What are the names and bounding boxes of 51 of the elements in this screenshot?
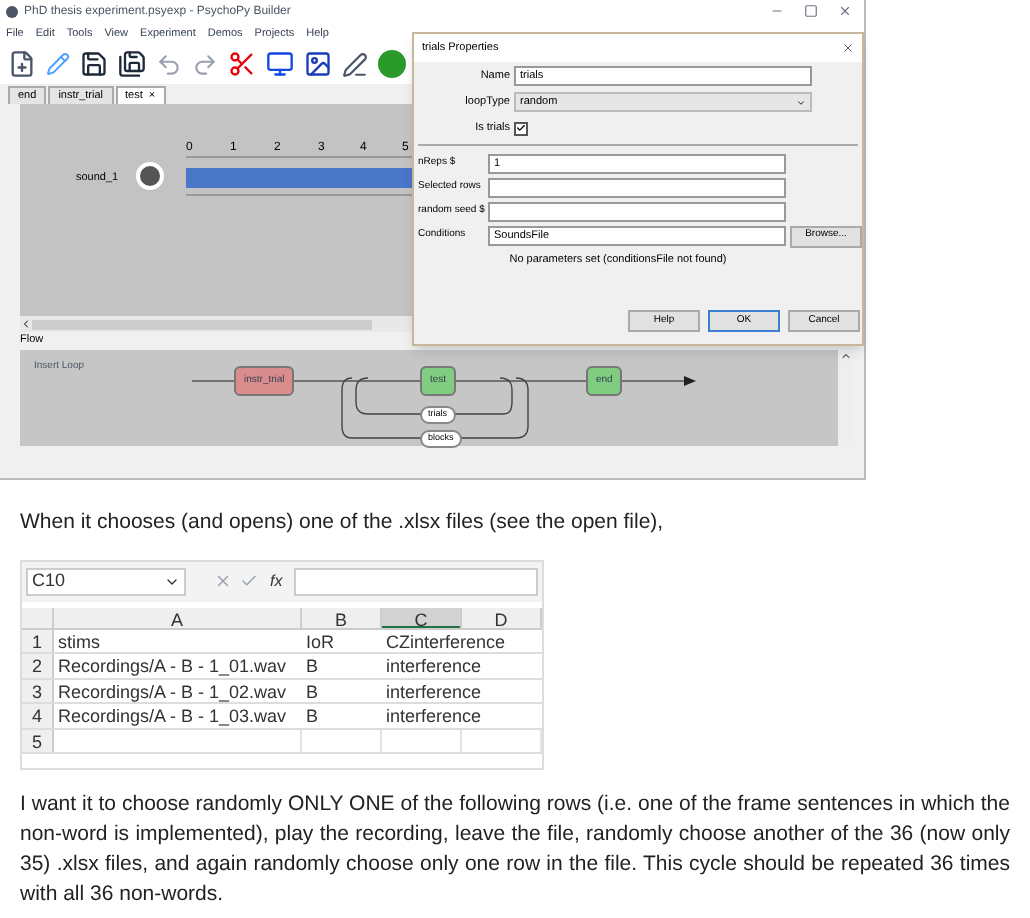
table-cell-text: Recordings/A - B - 1_02.wav	[56, 679, 289, 703]
table-cell-text: B	[304, 679, 321, 703]
table-cell-text: Recordings/A - B - 1_01.wav	[56, 654, 289, 678]
row-header[interactable]: 4	[22, 704, 54, 728]
table-cell-text: interference	[384, 654, 484, 678]
image-icon[interactable]	[304, 50, 332, 78]
close-icon[interactable]	[842, 42, 854, 54]
column-header[interactable]: C	[382, 607, 462, 628]
save-icon[interactable]	[80, 50, 108, 78]
scissors-icon[interactable]	[228, 50, 256, 78]
row-header[interactable]: 3	[22, 679, 54, 703]
pen-icon[interactable]	[342, 51, 368, 77]
text-field[interactable]	[488, 178, 786, 198]
scrollbar-thumb[interactable]	[32, 319, 372, 329]
row-header[interactable]: 2	[22, 654, 54, 678]
save-as-icon[interactable]	[118, 50, 146, 78]
scroll-left-icon[interactable]	[20, 318, 32, 330]
name-box[interactable]: C10	[26, 567, 186, 596]
row-header[interactable]: 1	[22, 629, 54, 653]
table-cell-text: B	[304, 704, 321, 728]
run-icon[interactable]	[378, 50, 406, 78]
table-cell-text: B	[304, 654, 321, 678]
row-header[interactable]: 5	[22, 729, 54, 753]
checkbox[interactable]	[514, 121, 528, 135]
column-header[interactable]: D	[462, 607, 542, 628]
table-cell-text: interference	[384, 679, 484, 703]
formula-field[interactable]	[294, 567, 538, 596]
speaker-icon[interactable]	[136, 162, 164, 190]
table-cell-text: stims	[56, 629, 102, 653]
new-file-icon[interactable]	[8, 50, 36, 78]
column-header[interactable]: A	[54, 607, 302, 628]
monitor-icon[interactable]	[266, 50, 294, 78]
app-icon	[6, 6, 18, 18]
pencil-icon[interactable]	[46, 52, 70, 76]
redo-icon[interactable]	[192, 51, 218, 77]
table-cell-text: IoR	[304, 629, 337, 653]
cancel-icon[interactable]	[214, 572, 232, 591]
text-field[interactable]	[488, 202, 786, 222]
function-button[interactable]: fx	[266, 569, 287, 594]
table-cell-text: Recordings/A - B - 1_03.wav	[56, 704, 289, 728]
body-paragraph: I want it to choose randomly ONLY ONE of the following rows (i.e. one of the frame sentences in which the non-word is implemented), play the recording, leave the file, randomly choose another of the 36 (now only 35) .xlsx files, and again randomly choose only one row in the file. This cycle should be repeated 36 times with all 36 non-words.	[20, 789, 1010, 910]
table-cell-text: CZinterference	[384, 629, 508, 653]
maximize-icon[interactable]	[804, 4, 818, 18]
enter-icon[interactable]	[240, 572, 258, 591]
undo-icon[interactable]	[156, 51, 182, 77]
dropdown-icon[interactable]	[796, 97, 806, 107]
scroll-up-icon[interactable]	[839, 350, 851, 362]
table-cell-text: interference	[384, 704, 484, 728]
caption-text: When it chooses (and opens) one of the .xlsx files (see the open file),	[20, 508, 666, 538]
horizontal-scrollbar[interactable]	[20, 316, 412, 332]
close-icon[interactable]	[838, 4, 852, 18]
